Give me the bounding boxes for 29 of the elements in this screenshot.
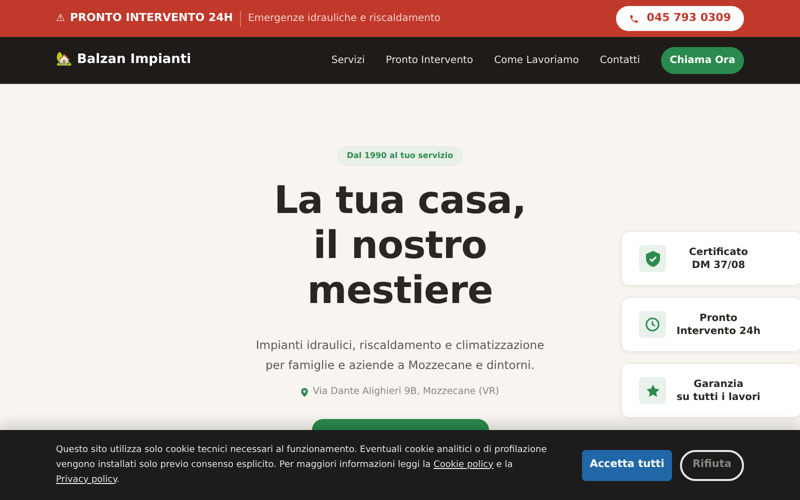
nav-link[interactable]: Servizi — [331, 52, 365, 68]
nav-link[interactable]: Pronto Intervento — [386, 52, 474, 68]
call-button[interactable]: Chiama Ora — [661, 46, 744, 74]
policy-link[interactable]: Privacy policy — [56, 474, 117, 484]
warning-icon: ⚠ — [56, 11, 65, 26]
cookie-notice: Questo sito utilizza solo cookie tecnici necessari al funzionamento. Eventuali cookie analitici o di profilazione vengono installati solo previo consenso esplicito. Per maggiori informazioni leggi la Cookie policy e la Privacy policy. — [56, 444, 548, 486]
policy-link[interactable]: Cookie policy — [434, 460, 494, 470]
brand-name: Balzan Impianti — [77, 51, 192, 70]
reject-button[interactable]: Rifiuta — [680, 450, 744, 480]
nav-link[interactable]: Contatti — [600, 52, 640, 68]
feature-label: Garanzia su tutti i lavori — [676, 378, 760, 404]
alert-label: PRONTO INTERVENTO 24H — [70, 10, 233, 26]
hero-badge: Dal 1990 al tuo servizio — [336, 146, 464, 166]
address: Via Dante Alighieri 9B, Mozzecane (VR) — [312, 385, 500, 399]
pin-icon — [300, 388, 308, 397]
phone-icon — [628, 14, 639, 24]
quote-button[interactable] — [312, 419, 488, 430]
tagline: Emergenze idrauliche e riscaldamento — [248, 12, 441, 26]
accept-button[interactable]: Accetta tutti — [582, 450, 672, 480]
feature-label: Pronto Intervento 24h — [676, 312, 760, 338]
hero-subtitle: Impianti idraulici, riscaldamento e climatizzazione per famiglie e aziende a Mozzecane e dintorni. — [256, 337, 544, 374]
hero-title: La tua casa, il nostro mestiere — [274, 178, 526, 313]
nav-link[interactable]: Come Lavoriamo — [494, 52, 579, 68]
clock-icon — [645, 317, 660, 332]
logo-icon: 🏡 — [56, 50, 72, 70]
phone-button[interactable]: 045 793 0309 — [616, 6, 744, 31]
star-icon — [646, 384, 660, 398]
shield-icon — [646, 250, 660, 266]
feature-label: Certificato DM 37/08 — [689, 246, 748, 272]
